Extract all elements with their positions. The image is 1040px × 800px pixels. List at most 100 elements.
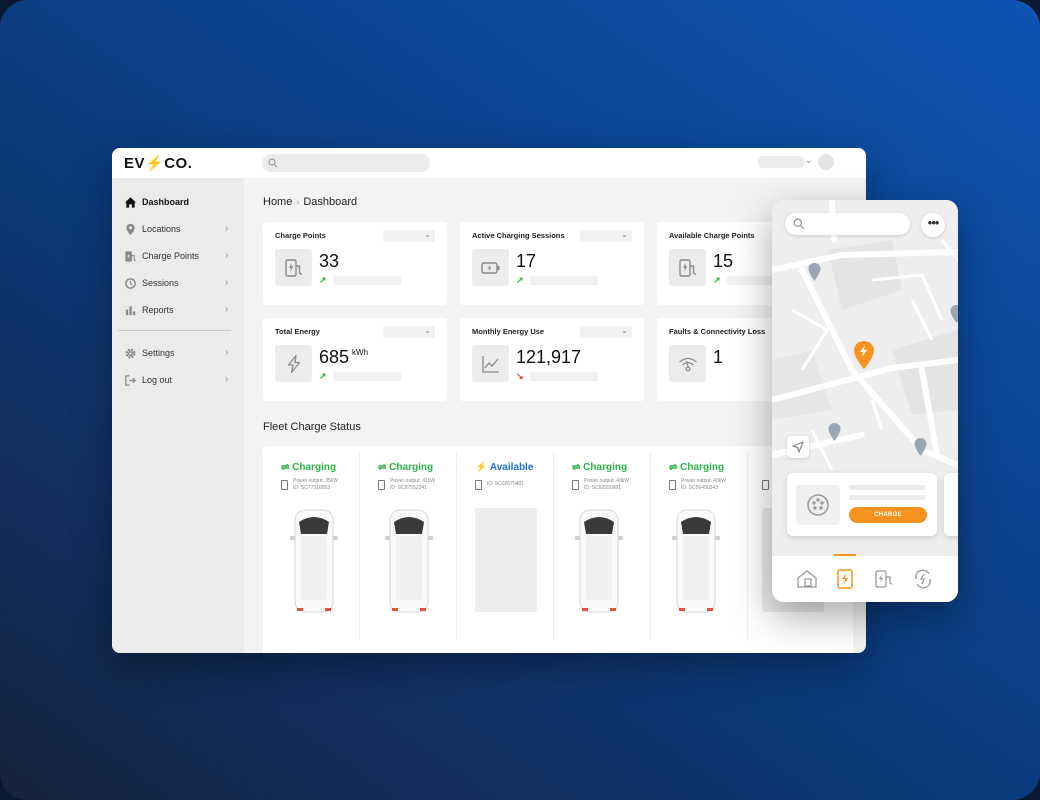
lightning-icon: [287, 354, 301, 374]
charger-mini-icon: [281, 480, 288, 490]
breadcrumb-home[interactable]: Home: [263, 196, 292, 208]
breadcrumb: Home › Dashboard: [263, 196, 357, 208]
wifi-off-icon: [679, 357, 697, 372]
trend-up-icon: ↗: [516, 275, 524, 285]
trend-up-icon: ↗: [713, 275, 721, 285]
stat-card-active-sessions: Active Charging Sessions ⌄ 17 ↗: [460, 222, 644, 305]
trend-up-icon: ↗: [319, 275, 327, 285]
stat-card-total-energy: Total Energy ⌄ 685 kWh ↗: [263, 318, 447, 401]
card-number: 33: [319, 251, 340, 271]
fleet-bay[interactable]: ⚡ Available ID: SC02670481: [457, 446, 553, 640]
sidebar-item-label: Charge Points: [142, 251, 200, 261]
card-icon-box: [275, 249, 312, 286]
sidebar-item-dashboard[interactable]: Dashboard: [112, 193, 244, 213]
bay-meta: Power output: 41kW ID: SC87552341: [390, 478, 436, 491]
charge-point-icon: [125, 251, 136, 262]
map-pin-icon[interactable]: [808, 263, 821, 281]
gear-icon: [125, 348, 136, 359]
logo-bolt-icon: ⚡: [145, 155, 165, 172]
search-input[interactable]: [262, 154, 430, 172]
map-pin-icon[interactable]: [828, 423, 841, 441]
account-selector[interactable]: [758, 156, 804, 168]
sidebar-item-logout[interactable]: Log out ›: [112, 371, 244, 391]
chevron-down-icon: ⌄: [424, 230, 431, 239]
empty-bay-slot: [475, 508, 537, 612]
stat-card-charge-points: Charge Points ⌄ 33 ↗: [263, 222, 447, 305]
placeholder-line: [849, 495, 925, 500]
period-select[interactable]: ⌄: [383, 230, 435, 242]
brand-logo[interactable]: EV⚡CO.: [124, 154, 192, 172]
fleet-bay[interactable]: ⇌ Charging Power output: 41kW ID: SC87552…: [360, 446, 456, 640]
fleet-section-title: Fleet Charge Status: [263, 421, 361, 433]
mobile-app: ••• CHARGE: [772, 200, 958, 602]
card-number: 15: [713, 251, 734, 271]
card-value: 15: [713, 251, 733, 272]
card-title: Available Charge Points: [669, 231, 755, 240]
fleet-charge-panel: ⇌ Charging Power output: 35kW ID: SC77310…: [263, 446, 853, 653]
sidebar-item-label: Log out: [142, 375, 173, 385]
search-icon: [268, 158, 278, 168]
bar-chart-icon: [125, 306, 136, 316]
selected-charger-pin-icon[interactable]: [853, 341, 875, 369]
home-charger-icon[interactable]: [796, 568, 818, 590]
bay-status: ⇌ Charging: [378, 462, 434, 473]
period-select[interactable]: ⌄: [580, 230, 632, 242]
breadcrumb-current: Dashboard: [303, 196, 358, 208]
card-title: Charge Points: [275, 231, 326, 240]
sidebar-item-label: Locations: [142, 224, 181, 234]
next-charger-card[interactable]: [944, 473, 958, 536]
period-select[interactable]: ⌄: [383, 326, 435, 338]
battery-charging-icon: [481, 262, 500, 274]
bay-meta: Power output: 43kW ID: SC56490343: [681, 478, 727, 491]
card-number: 1: [713, 347, 724, 367]
top-bar: EV⚡CO. ⌄: [112, 148, 866, 178]
charge-point-icon: [679, 259, 697, 277]
chevron-right-icon: ›: [225, 277, 229, 288]
card-unit: kWh: [352, 348, 369, 357]
trend-down-icon: ↘: [516, 371, 524, 381]
bay-status: ⇌ Charging: [669, 462, 725, 473]
search-icon: [793, 218, 805, 230]
sidebar-item-charge-points[interactable]: Charge Points ›: [112, 247, 244, 267]
marketing-background: EV⚡CO. ⌄ Dashboard Locations › Charge Po…: [0, 0, 1040, 800]
bay-status: ⚡ Available: [475, 462, 534, 473]
sidebar-item-locations[interactable]: Locations ›: [112, 220, 244, 240]
chevron-down-icon: ⌄: [621, 230, 628, 239]
avatar[interactable]: [818, 154, 834, 170]
bay-meta: ID: SC02670481: [487, 481, 524, 487]
power-cycle-icon[interactable]: [912, 568, 934, 590]
period-select[interactable]: ⌄: [580, 326, 632, 338]
sidebar-item-label: Sessions: [142, 278, 179, 288]
map-pin-icon[interactable]: [914, 438, 927, 456]
sidebar-item-label: Reports: [142, 305, 174, 315]
card-icon-box: [472, 345, 509, 382]
sidebar-item-sessions[interactable]: Sessions ›: [112, 274, 244, 294]
vehicle-icon: [672, 509, 720, 613]
card-placeholder-bar: [333, 276, 401, 285]
card-charger-icon[interactable]: [873, 568, 895, 590]
charger-mini-icon: [572, 480, 579, 490]
map-search-input[interactable]: [785, 213, 910, 235]
navigation-arrow-icon: [792, 441, 804, 453]
sidebar-item-settings[interactable]: Settings ›: [112, 344, 244, 364]
charger-mini-icon: [475, 480, 482, 490]
chevron-down-icon[interactable]: ⌄: [805, 155, 813, 166]
card-value: 685 kWh: [319, 347, 368, 368]
card-placeholder-bar: [530, 372, 598, 381]
map-pin-icon[interactable]: [950, 305, 958, 323]
card-placeholder-bar: [333, 372, 401, 381]
bay-status: ⇌ Charging: [572, 462, 628, 473]
charger-info-card[interactable]: CHARGE: [787, 473, 937, 536]
sidebar-item-reports[interactable]: Reports ›: [112, 301, 244, 321]
fleet-bay[interactable]: ⇌ Charging Power output: 35kW ID: SC77310…: [263, 446, 359, 640]
fleet-bay[interactable]: ⇌ Charging Power output: 43kW ID: SC56490…: [651, 446, 747, 640]
card-number: 685: [319, 347, 350, 367]
stat-card-monthly-energy: Monthly Energy Use ⌄ 121,917 ↘: [460, 318, 644, 401]
more-options-icon[interactable]: •••: [921, 213, 945, 237]
charger-mini-icon: [378, 480, 385, 490]
charge-station-icon[interactable]: [834, 568, 856, 590]
my-location-button[interactable]: [787, 436, 809, 458]
charge-button[interactable]: CHARGE: [849, 507, 927, 523]
logo-suffix: CO.: [164, 155, 193, 172]
fleet-bay[interactable]: ⇌ Charging Power output: 43kW ID: SC92550…: [554, 446, 650, 640]
